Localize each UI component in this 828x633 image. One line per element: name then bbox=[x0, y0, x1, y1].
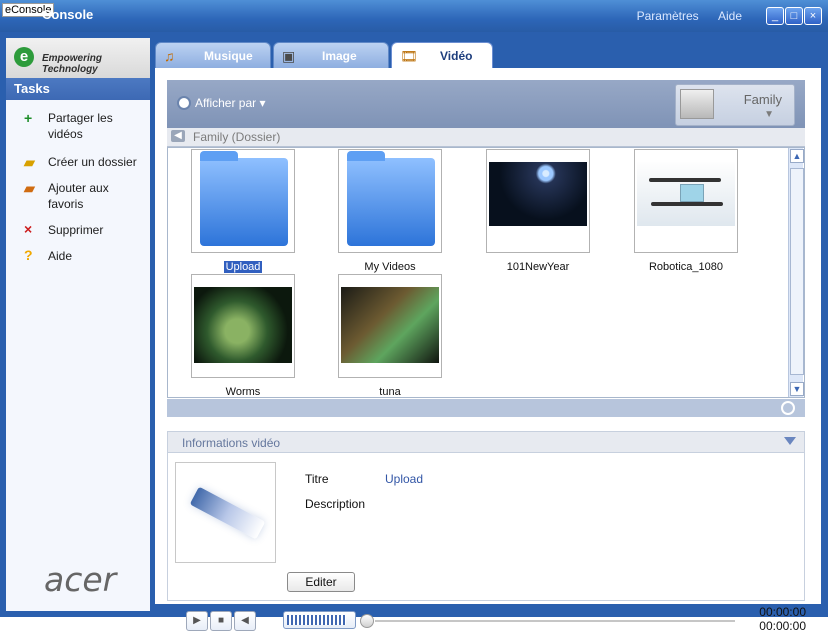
maximize-icon[interactable]: □ bbox=[785, 7, 803, 25]
task-label: Créer un dossier bbox=[48, 155, 137, 169]
search-icon[interactable] bbox=[781, 401, 795, 415]
chevron-down-icon[interactable] bbox=[784, 437, 796, 445]
help-link[interactable]: Aide bbox=[718, 9, 742, 23]
delete-icon: × bbox=[24, 221, 33, 237]
task-label: Supprimer bbox=[48, 223, 104, 237]
album-thumbnail bbox=[680, 89, 714, 119]
music-icon: ♫ bbox=[164, 48, 175, 64]
acer-logo: acer bbox=[44, 560, 117, 599]
video-thumbnail bbox=[634, 149, 738, 253]
description-label: Description bbox=[305, 497, 366, 511]
item-label: My Videos bbox=[364, 261, 416, 273]
view-toolbar: Afficher par ▾ Family ▼ bbox=[167, 80, 805, 128]
title-value: Upload bbox=[385, 472, 424, 486]
task-create-folder[interactable]: ▰ Créer un dossier bbox=[6, 154, 150, 172]
seek-track[interactable] bbox=[375, 620, 735, 622]
close-icon[interactable]: × bbox=[804, 7, 822, 25]
top-links: Paramètres Aide bbox=[621, 9, 742, 23]
worms-thumbnail bbox=[194, 287, 292, 363]
main-content: ♫ Musique ▣ Image 🎞 Vidéo Afficher par ▾… bbox=[155, 38, 821, 633]
film-strip-icon bbox=[189, 486, 266, 540]
speaker-icon[interactable]: ◀ bbox=[234, 611, 256, 631]
player-controls: ▶ ■ ◀ 00:00:00 00:00:00 bbox=[186, 605, 806, 633]
item-label: tuna bbox=[379, 386, 401, 398]
item-label: 101NewYear bbox=[506, 261, 570, 273]
tab-video[interactable]: 🎞 Vidéo bbox=[391, 42, 493, 68]
brand-panel: e Empowering Technology bbox=[6, 38, 150, 79]
video-icon: 🎞 bbox=[400, 48, 418, 64]
video-thumbnail bbox=[191, 274, 295, 378]
media-tabs: ♫ Musique ▣ Image 🎞 Vidéo bbox=[155, 38, 821, 68]
title-bar: eConsole Console Paramètres Aide _ □ × bbox=[0, 0, 828, 32]
image-icon: ▣ bbox=[282, 48, 296, 64]
task-share-videos[interactable]: + Partager les vidéos bbox=[6, 110, 150, 146]
folder-icon: ▰ bbox=[24, 154, 35, 170]
settings-link[interactable]: Paramètres bbox=[637, 9, 699, 23]
title-label: Titre bbox=[305, 472, 329, 486]
plus-icon: + bbox=[24, 110, 33, 126]
task-label: Partager les vidéos bbox=[48, 111, 113, 141]
tab-image[interactable]: ▣ Image bbox=[273, 42, 389, 68]
folder-icon bbox=[200, 151, 288, 246]
time-total: 00:00:00 bbox=[759, 619, 806, 633]
view-by-menu[interactable]: Afficher par ▾ bbox=[195, 96, 266, 110]
item-label: Worms bbox=[225, 386, 261, 398]
breadcrumb: ◀ Family (Dossier) bbox=[167, 128, 805, 147]
task-add-favorites[interactable]: ▰ Ajouter aux favoris bbox=[6, 180, 150, 216]
stop-icon[interactable]: ■ bbox=[210, 611, 232, 631]
breadcrumb-text: Family (Dossier) bbox=[193, 130, 281, 144]
vertical-scrollbar[interactable]: ▲ ▼ bbox=[788, 148, 804, 397]
tab-label: Musique bbox=[204, 49, 253, 63]
folder-thumbnail bbox=[338, 149, 442, 253]
scroll-down-icon[interactable]: ▼ bbox=[790, 382, 804, 396]
sidebar: e Empowering Technology Tasks + Partager… bbox=[6, 38, 150, 611]
robot-thumbnail bbox=[637, 162, 735, 226]
scroll-thumb[interactable] bbox=[790, 168, 804, 375]
volume-slider[interactable] bbox=[283, 611, 356, 629]
edit-button[interactable]: Editer bbox=[287, 572, 355, 592]
video-grid: Upload My Videos 101NewYear Robotica_108… bbox=[167, 147, 805, 398]
task-help[interactable]: ? Aide bbox=[6, 247, 150, 266]
chevron-down-icon: ▼ bbox=[764, 109, 774, 120]
night-tower-thumbnail bbox=[489, 162, 587, 226]
tasks-header: Tasks bbox=[6, 78, 150, 100]
album-selector[interactable]: Family ▼ bbox=[675, 84, 795, 126]
scroll-up-icon[interactable]: ▲ bbox=[790, 149, 804, 163]
view-by-label: Afficher par bbox=[195, 96, 257, 110]
search-strip bbox=[167, 399, 805, 417]
video-info-header: Informations vidéo bbox=[168, 432, 804, 453]
task-label: Ajouter aux favoris bbox=[48, 181, 109, 211]
favorite-folder-icon: ▰ bbox=[24, 180, 35, 196]
task-label: Aide bbox=[48, 249, 73, 263]
eye-icon bbox=[177, 96, 191, 110]
video-thumbnail bbox=[338, 274, 442, 378]
tuna-thumbnail bbox=[341, 287, 439, 363]
album-label: Family bbox=[743, 92, 782, 107]
play-icon[interactable]: ▶ bbox=[186, 611, 208, 631]
brand-logo: e bbox=[14, 47, 34, 67]
tab-label: Image bbox=[322, 49, 357, 63]
item-label: Upload bbox=[191, 261, 295, 273]
tab-label: Vidéo bbox=[440, 49, 473, 63]
seek-handle[interactable] bbox=[360, 614, 374, 628]
help-icon: ? bbox=[24, 247, 33, 263]
folder-thumbnail bbox=[191, 149, 295, 253]
video-preview bbox=[175, 462, 276, 563]
folder-icon bbox=[347, 151, 435, 246]
video-info-panel: Informations vidéo Titre Upload Descript… bbox=[167, 431, 806, 633]
item-label: Robotica_1080 bbox=[648, 261, 723, 273]
back-icon[interactable]: ◀ bbox=[171, 130, 185, 142]
video-thumbnail bbox=[486, 149, 590, 253]
brand-text: Empowering Technology bbox=[42, 53, 103, 75]
task-delete[interactable]: × Supprimer bbox=[6, 221, 150, 240]
minimize-icon[interactable]: _ bbox=[766, 7, 784, 25]
video-info-title: Informations vidéo bbox=[182, 436, 281, 450]
tab-music[interactable]: ♫ Musique bbox=[155, 42, 271, 68]
app-title: Console bbox=[42, 7, 94, 22]
selected-item-label: Upload bbox=[223, 261, 263, 273]
